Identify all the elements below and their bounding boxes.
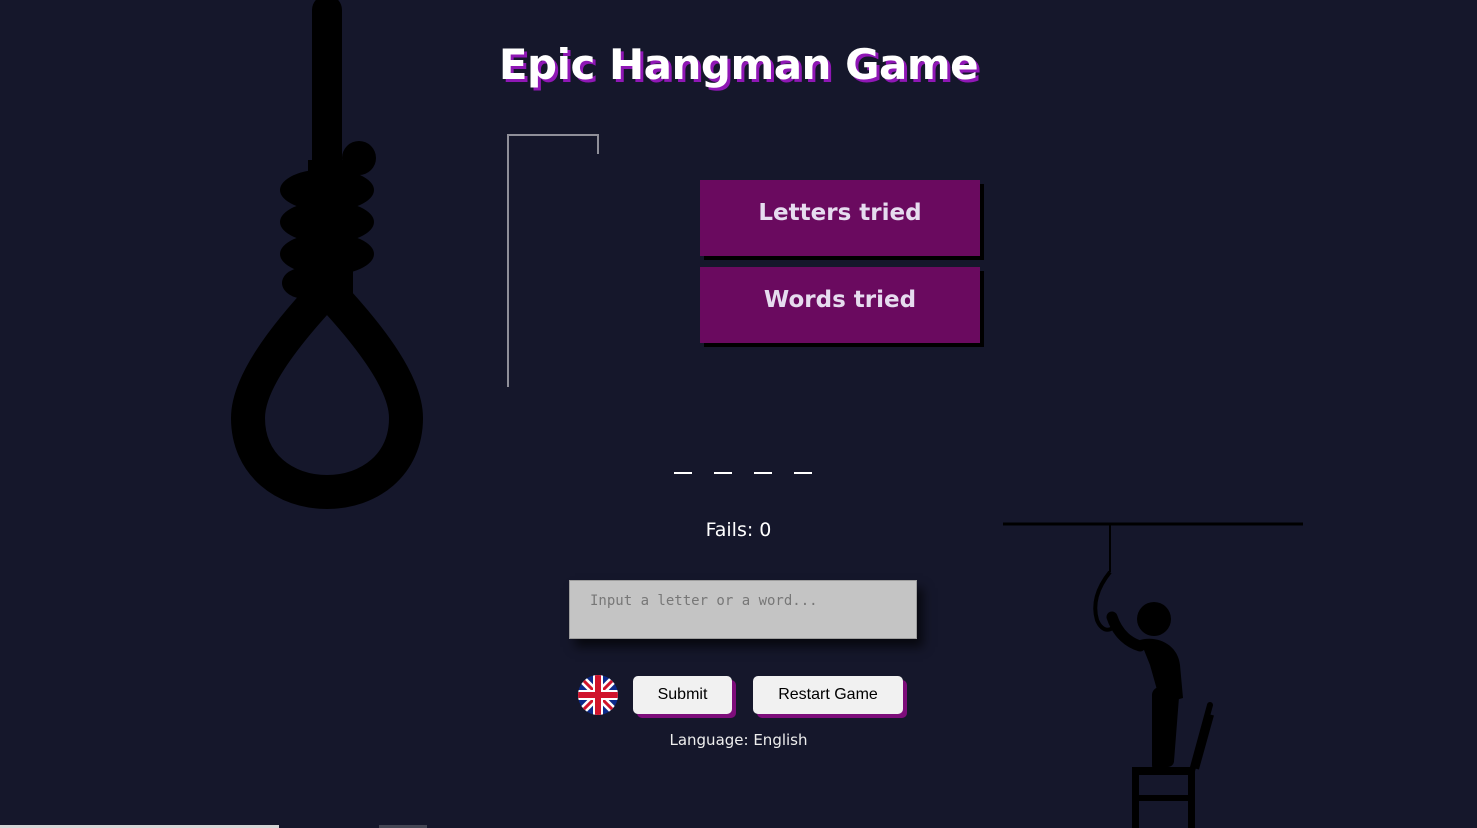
words-tried-label: Words tried bbox=[763, 287, 917, 313]
hangman-page: Epic Hangman Game Letters tried Words tr… bbox=[0, 0, 1477, 828]
noose-icon bbox=[231, 0, 423, 509]
submit-button[interactable]: Submit bbox=[633, 676, 732, 714]
letters-tried-panel: Letters tried bbox=[700, 180, 980, 256]
word-blanks bbox=[4, 450, 1477, 474]
words-tried-panel: Words tried bbox=[700, 267, 980, 343]
letter-slot bbox=[793, 450, 812, 474]
guess-input[interactable] bbox=[569, 580, 917, 639]
letter-slot bbox=[713, 450, 732, 474]
letter-slot bbox=[673, 450, 692, 474]
restart-game-button[interactable]: Restart Game bbox=[753, 676, 903, 714]
guess-input-wrapper bbox=[569, 580, 917, 639]
letters-tried-label: Letters tried bbox=[758, 200, 922, 226]
uk-flag-icon[interactable] bbox=[578, 675, 618, 715]
hanging-man-icon bbox=[1003, 522, 1303, 828]
gallows-drawing bbox=[507, 134, 599, 387]
letter-slot bbox=[753, 450, 772, 474]
